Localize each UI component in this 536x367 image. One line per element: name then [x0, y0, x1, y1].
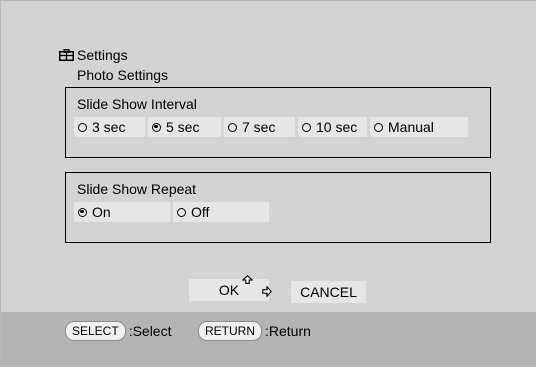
- settings-toolbox-icon: [59, 49, 74, 61]
- slide-show-interval-label: Slide Show Interval: [77, 96, 197, 112]
- cursor-right-arrow-icon: [262, 284, 272, 302]
- select-hint-text: :Select: [128, 323, 172, 339]
- option-label: Manual: [388, 119, 434, 135]
- interval-option-7-sec[interactable]: 7 sec: [224, 117, 295, 137]
- settings-title: Settings: [77, 47, 128, 63]
- photo-settings-subtitle: Photo Settings: [77, 67, 169, 83]
- radio-icon: [228, 122, 237, 132]
- settings-header: Settings: [59, 47, 128, 63]
- radio-icon: [177, 207, 186, 217]
- repeat-option-off[interactable]: Off: [173, 202, 269, 222]
- cursor-up-arrow-icon: [241, 271, 254, 289]
- radio-selected-icon: [78, 207, 87, 217]
- settings-screen: Settings Photo Settings Slide Show Inter…: [0, 0, 536, 367]
- radio-icon: [302, 122, 311, 132]
- repeat-options: On Off: [74, 202, 272, 222]
- interval-option-10-sec[interactable]: 10 sec: [298, 117, 367, 137]
- radio-icon: [374, 122, 383, 132]
- slide-show-repeat-label: Slide Show Repeat: [77, 181, 197, 197]
- option-label: Off: [191, 204, 210, 220]
- option-label: On: [92, 204, 111, 220]
- radio-icon: [78, 122, 87, 132]
- slide-show-repeat-group: Slide Show Repeat On Off: [65, 172, 491, 243]
- option-label: 3 sec: [92, 119, 126, 135]
- slide-show-interval-group: Slide Show Interval 3 sec 5 sec 7 sec 10…: [65, 87, 491, 158]
- interval-option-manual[interactable]: Manual: [370, 117, 468, 137]
- repeat-option-on[interactable]: On: [74, 202, 170, 222]
- radio-selected-icon: [152, 122, 161, 132]
- return-hint-text: :Return: [265, 323, 311, 339]
- select-hint: SELECT :Select: [65, 321, 172, 341]
- cancel-button[interactable]: CANCEL: [291, 281, 366, 303]
- interval-options: 3 sec 5 sec 7 sec 10 sec Manual: [74, 117, 471, 137]
- select-key-badge: SELECT: [65, 321, 126, 341]
- footer-help-bar: SELECT :Select RETURN :Return: [1, 312, 536, 366]
- interval-option-3-sec[interactable]: 3 sec: [74, 117, 145, 137]
- option-label: 5 sec: [166, 119, 200, 135]
- interval-option-5-sec[interactable]: 5 sec: [148, 117, 221, 137]
- ok-button[interactable]: OK: [189, 279, 269, 301]
- option-label: 10 sec: [316, 119, 358, 135]
- option-label: 7 sec: [242, 119, 276, 135]
- return-key-badge: RETURN: [198, 321, 262, 341]
- return-hint: RETURN :Return: [198, 321, 311, 341]
